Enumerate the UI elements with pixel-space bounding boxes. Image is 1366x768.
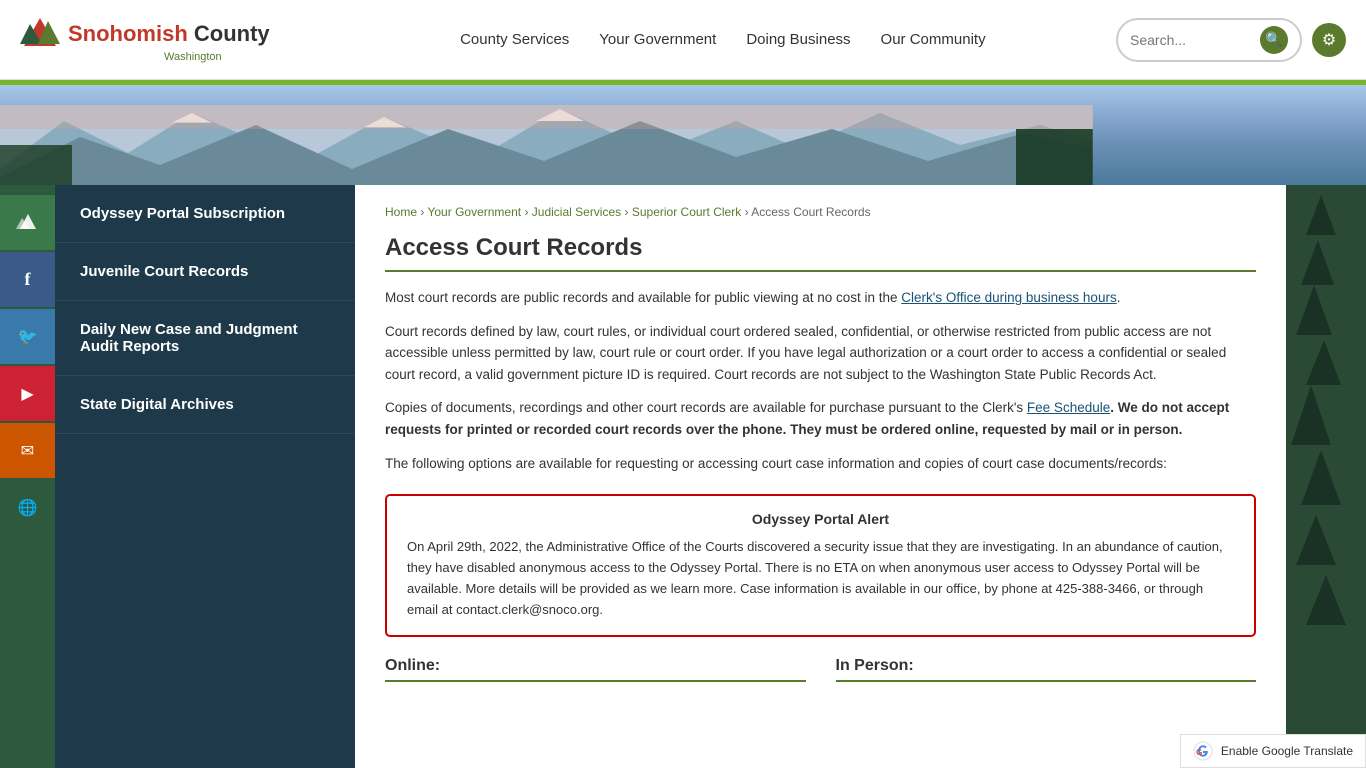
breadcrumb-home[interactable]: Home [385, 205, 417, 219]
bottom-columns: Online: In Person: [385, 657, 1256, 690]
page-title: Access Court Records [385, 234, 1256, 272]
logo-text[interactable]: Snohomish County [20, 16, 270, 51]
nav-county-services[interactable]: County Services [460, 31, 569, 48]
para1-end: . [1117, 290, 1121, 305]
social-twitter[interactable]: 🐦 [0, 309, 55, 364]
breadcrumb: Home › Your Government › Judicial Servic… [385, 205, 1256, 219]
mountain-svg [0, 105, 1093, 185]
sub-navigation: Odyssey Portal Subscription Juvenile Cou… [55, 185, 355, 768]
sub-nav-odyssey[interactable]: Odyssey Portal Subscription [55, 185, 355, 243]
content-para3: Copies of documents, recordings and othe… [385, 397, 1256, 440]
search-input[interactable] [1130, 32, 1260, 48]
twitter-icon: 🐦 [18, 327, 38, 347]
social-translate[interactable]: 🌐 [0, 480, 55, 535]
search-box: 🔍 [1116, 18, 1302, 62]
logo-mountain-icon [20, 16, 60, 51]
right-forest-image [1286, 185, 1366, 768]
logo-name: Snohomish County [68, 21, 270, 47]
settings-button[interactable]: ⚙ [1312, 23, 1346, 57]
content-para4: The following options are available for … [385, 453, 1256, 475]
alert-title: Odyssey Portal Alert [407, 511, 1234, 527]
google-icon: G [1193, 741, 1213, 761]
social-email[interactable]: ✉ [0, 423, 55, 478]
para1-text: Most court records are public records an… [385, 290, 901, 305]
breadcrumb-your-gov[interactable]: Your Government [427, 205, 521, 219]
logo-subtitle: Washington [68, 51, 318, 63]
breadcrumb-sep3: › [625, 205, 632, 219]
facebook-icon: f [25, 269, 31, 290]
breadcrumb-current: Access Court Records [751, 205, 870, 219]
breadcrumb-sep2: › [524, 205, 531, 219]
translate-label: Enable Google Translate [1221, 744, 1353, 758]
hero-image [0, 85, 1366, 185]
sub-nav-state-archives[interactable]: State Digital Archives [55, 376, 355, 434]
content-para2: Court records defined by law, court rule… [385, 321, 1256, 386]
online-column: Online: [385, 657, 806, 690]
search-button[interactable]: 🔍 [1260, 26, 1288, 54]
nav-our-community[interactable]: Our Community [881, 31, 986, 48]
alert-box: Odyssey Portal Alert On April 29th, 2022… [385, 494, 1256, 637]
mountains-icon [16, 211, 40, 235]
svg-text:G: G [1196, 748, 1202, 757]
sub-nav-juvenile[interactable]: Juvenile Court Records [55, 243, 355, 301]
gear-icon: ⚙ [1322, 30, 1336, 50]
social-sidebar: f 🐦 ▶ ✉ 🌐 [0, 185, 55, 768]
main-content: Home › Your Government › Judicial Servic… [355, 185, 1286, 768]
site-header: Snohomish County Washington County Servi… [0, 0, 1366, 80]
logo-area: Snohomish County Washington [20, 16, 270, 63]
social-county[interactable] [0, 195, 55, 250]
in-person-column: In Person: [836, 657, 1257, 690]
sub-nav-daily[interactable]: Daily New Case and Judgment Audit Report… [55, 301, 355, 376]
nav-doing-business[interactable]: Doing Business [746, 31, 850, 48]
email-icon: ✉ [21, 441, 34, 461]
alert-body: On April 29th, 2022, the Administrative … [407, 537, 1234, 620]
breadcrumb-judicial[interactable]: Judicial Services [532, 205, 621, 219]
online-title: Online: [385, 657, 806, 682]
fee-schedule-link[interactable]: Fee Schedule [1027, 400, 1110, 415]
search-area: 🔍 ⚙ [1116, 18, 1346, 62]
clerks-office-link[interactable]: Clerk's Office during business hours [901, 290, 1116, 305]
translate-bar[interactable]: G Enable Google Translate [1180, 734, 1366, 768]
nav-your-government[interactable]: Your Government [599, 31, 716, 48]
youtube-icon: ▶ [21, 384, 33, 404]
main-navigation: County Services Your Government Doing Bu… [330, 31, 1116, 48]
content-para1: Most court records are public records an… [385, 287, 1256, 309]
social-youtube[interactable]: ▶ [0, 366, 55, 421]
in-person-title: In Person: [836, 657, 1257, 682]
search-icon: 🔍 [1265, 31, 1282, 48]
forest-svg [1286, 185, 1366, 765]
globe-icon: 🌐 [18, 498, 38, 518]
breadcrumb-superior-clerk[interactable]: Superior Court Clerk [632, 205, 741, 219]
main-layout: f 🐦 ▶ ✉ 🌐 Odyssey Portal Subscription Ju… [0, 185, 1366, 768]
para3-start: Copies of documents, recordings and othe… [385, 400, 1027, 415]
social-facebook[interactable]: f [0, 252, 55, 307]
